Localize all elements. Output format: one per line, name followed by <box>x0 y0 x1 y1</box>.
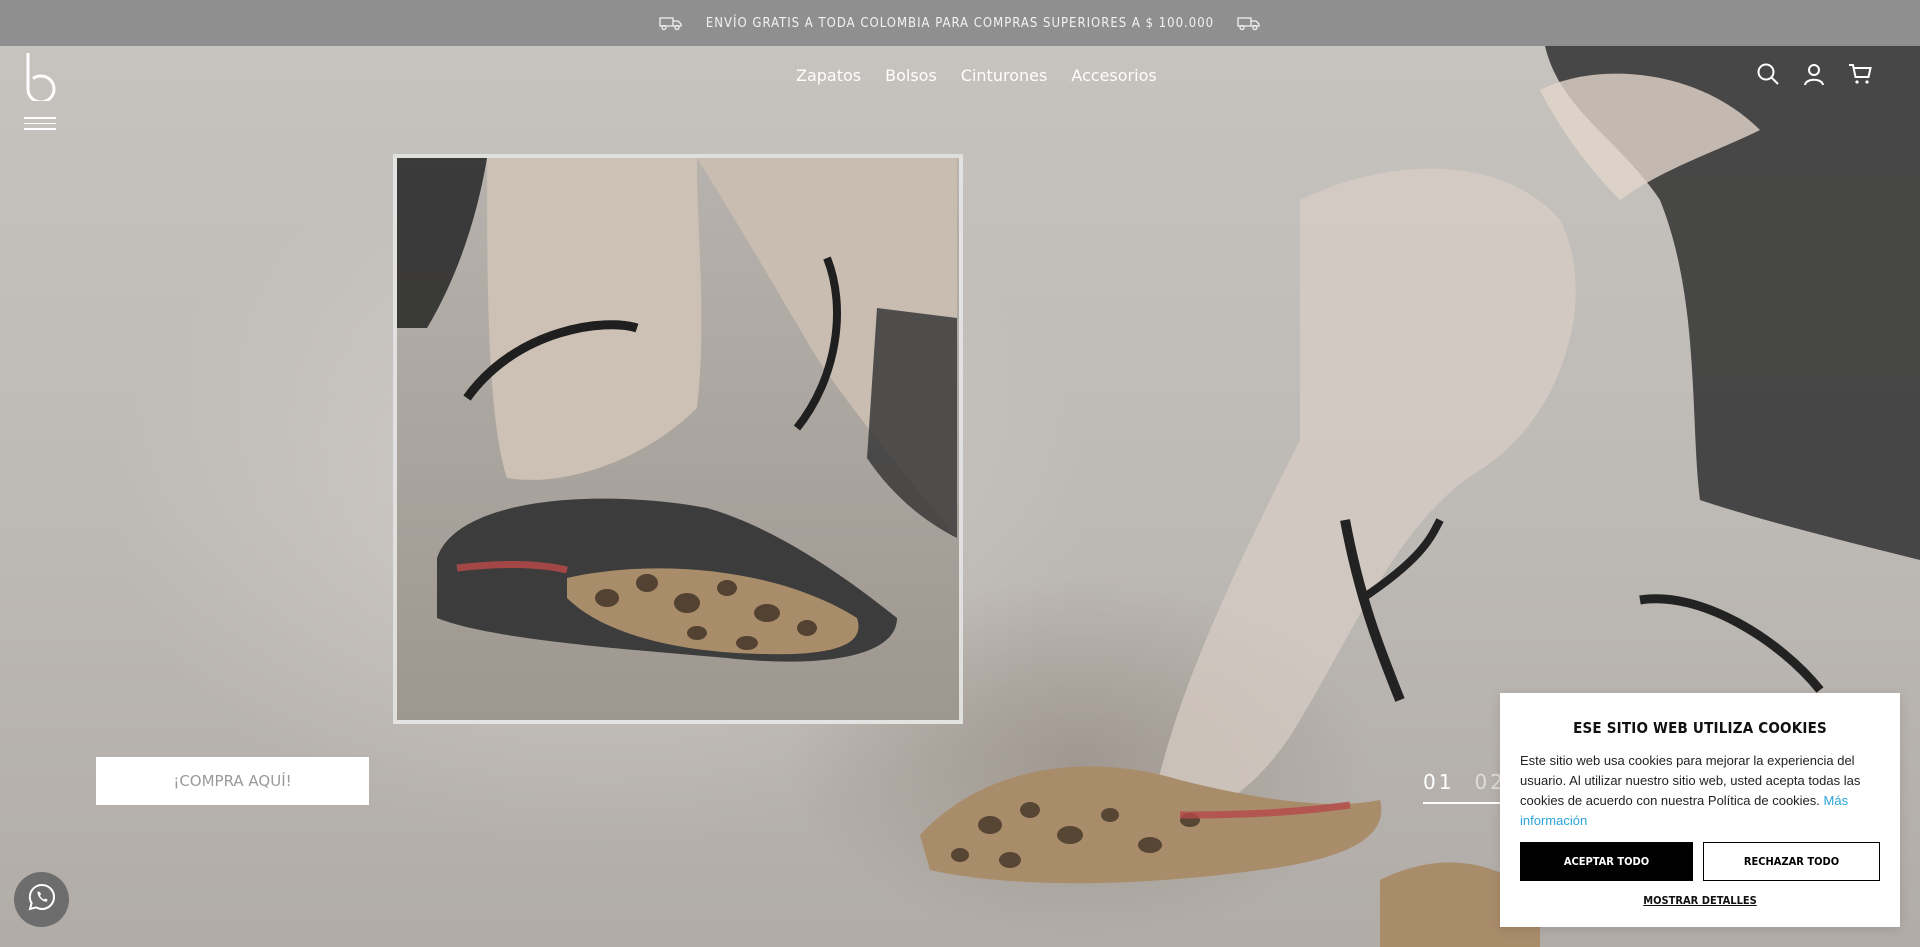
slider-pagination: 01 02 <box>1423 770 1506 794</box>
main-nav: Zapatos Bolsos Cinturones Accesorios <box>796 66 1157 85</box>
cookie-message: Este sitio web usa cookies para mejorar … <box>1520 751 1880 831</box>
accept-all-button[interactable]: ACEPTAR TODO <box>1520 842 1693 881</box>
cookie-title: ESE SITIO WEB UTILIZA COOKIES <box>1573 719 1827 737</box>
shipping-banner: ENVÍO GRATIS A TODA COLOMBIA PARA COMPRA… <box>0 0 1920 46</box>
truck-icon <box>1236 15 1262 31</box>
show-details-link[interactable]: MOSTRAR DETALLES <box>1520 894 1880 907</box>
cookie-consent-dialog: ESE SITIO WEB UTILIZA COOKIES Este sitio… <box>1500 693 1900 927</box>
nav-item-zapatos[interactable]: Zapatos <box>796 66 861 85</box>
nav-item-accesorios[interactable]: Accesorios <box>1071 66 1156 85</box>
whatsapp-icon <box>27 882 57 917</box>
cookie-body-text: Este sitio web usa cookies para mejorar … <box>1520 753 1861 808</box>
shipping-banner-text: ENVÍO GRATIS A TODA COLOMBIA PARA COMPRA… <box>705 15 1215 31</box>
user-icon[interactable] <box>1802 62 1826 86</box>
product-image-frame <box>393 154 963 724</box>
whatsapp-button[interactable] <box>14 872 69 927</box>
cookie-actions: ACEPTAR TODO RECHAZAR TODO <box>1520 842 1880 881</box>
nav-item-cinturones[interactable]: Cinturones <box>961 66 1048 85</box>
truck-icon <box>658 15 684 31</box>
shop-now-button[interactable]: ¡COMPRA AQUÍ! <box>96 757 369 805</box>
header-actions <box>1756 62 1872 86</box>
cart-icon[interactable] <box>1848 62 1872 86</box>
hamburger-menu-icon[interactable] <box>24 117 56 131</box>
slide-indicator-1[interactable]: 01 <box>1423 770 1454 794</box>
brand-logo[interactable] <box>24 51 56 104</box>
search-icon[interactable] <box>1756 62 1780 86</box>
reject-all-button[interactable]: RECHAZAR TODO <box>1703 842 1880 881</box>
nav-item-bolsos[interactable]: Bolsos <box>885 66 937 85</box>
slider-progress-line <box>1423 802 1503 804</box>
